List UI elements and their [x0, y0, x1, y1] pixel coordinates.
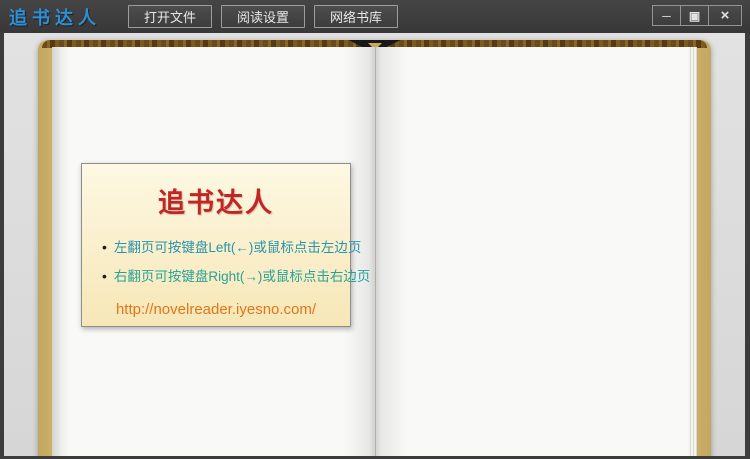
maximize-button[interactable]: ▣	[680, 5, 709, 26]
minimize-icon: ─	[662, 8, 671, 23]
right-page-stack	[688, 47, 697, 456]
book-gutter-line	[374, 47, 376, 456]
online-library-button[interactable]: 网络书库	[314, 5, 399, 28]
app-title: 追书达人	[9, 7, 101, 28]
toolbar: 打开文件 阅读设置 网络书库	[128, 5, 399, 28]
maximize-icon: ▣	[688, 8, 701, 23]
reading-settings-button[interactable]: 阅读设置	[221, 5, 306, 28]
window-controls: ─ ▣ ×	[652, 5, 742, 26]
minimize-button[interactable]: ─	[652, 5, 681, 26]
website-url: http://novelreader.iyesno.com/	[115, 301, 317, 319]
titlebar[interactable]: 追书达人 打开文件 阅读设置 网络书库 ─ ▣ ×	[0, 0, 750, 33]
hint-card-title: 追书达人	[158, 188, 274, 218]
workspace: 追书达人 左翻页可按键盘Left(←)或鼠标点击左边页 右翻页可按键盘Right…	[4, 33, 745, 456]
close-icon: ×	[720, 7, 730, 24]
hint-item-right-page: 右翻页可按键盘Right(→)或鼠标点击右边页	[102, 262, 371, 291]
right-page[interactable]	[375, 47, 698, 456]
hint-card: 追书达人 左翻页可按键盘Left(←)或鼠标点击左边页 右翻页可按键盘Right…	[81, 163, 371, 327]
hint-item-left-page: 左翻页可按键盘Left(←)或鼠标点击左边页	[102, 233, 362, 262]
app-window: 追书达人 打开文件 阅读设置 网络书库 ─ ▣ × 追书达人 • 左翻页可按键盘…	[0, 0, 750, 459]
left-page-edge	[52, 47, 70, 456]
close-button[interactable]: ×	[708, 5, 742, 26]
hint-list: 左翻页可按键盘Left(←)或鼠标点击左边页 右翻页可按键盘Right(→)或鼠…	[102, 233, 371, 291]
open-file-button[interactable]: 打开文件	[128, 5, 213, 28]
